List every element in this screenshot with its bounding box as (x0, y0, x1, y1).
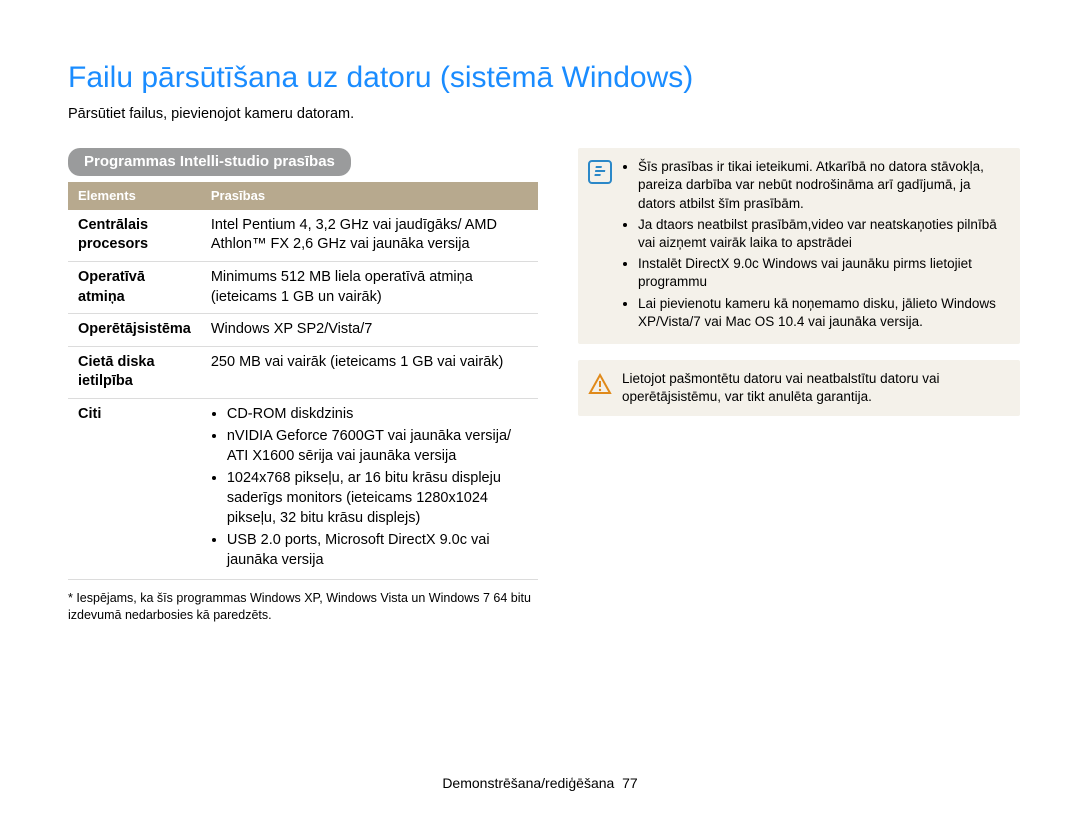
row-cpu-label: Centrālais procesors (68, 210, 201, 262)
row-other-value: CD-ROM diskdzinis nVIDIA Geforce 7600GT … (201, 398, 538, 580)
row-ram-value: Minimums 512 MB liela operatīvā atmiņa (… (201, 261, 538, 313)
note-icon (588, 160, 612, 184)
info-note-box: Šīs prasības ir tikai ieteikumi. Atkarīb… (578, 148, 1020, 344)
list-item: 1024x768 pikseļu, ar 16 bitu krāsu displ… (227, 469, 528, 528)
footer-section: Demonstrēšana/rediģēšana (442, 775, 614, 791)
row-os-label: Operētājsistēma (68, 314, 201, 347)
row-ram-label: Operatīvā atmiņa (68, 261, 201, 313)
page-footer: Demonstrēšana/rediģēšana 77 (0, 774, 1080, 793)
footer-page-number: 77 (622, 775, 638, 791)
row-disk-label: Cietā diska ietilpība (68, 346, 201, 398)
list-item: Instalēt DirectX 9.0c Windows vai jaunāk… (638, 255, 1008, 291)
list-item: Ja dtaors neatbilst prasībām,video var n… (638, 216, 1008, 252)
section-heading: Programmas Intelli-studio prasības (68, 148, 351, 176)
intro-text: Pārsūtiet failus, pievienojot kameru dat… (68, 105, 1020, 125)
warning-icon (588, 372, 612, 396)
row-other-label: Citi (68, 398, 201, 580)
th-requirements: Prasības (201, 182, 538, 210)
list-item: USB 2.0 ports, Microsoft DirectX 9.0c va… (227, 531, 528, 570)
page-title: Failu pārsūtīšana uz datoru (sistēmā Win… (68, 58, 1020, 99)
row-os-value: Windows XP SP2/Vista/7 (201, 314, 538, 347)
warning-note-box: Lietojot pašmontētu datoru vai neatbalst… (578, 360, 1020, 416)
row-disk-value: 250 MB vai vairāk (ieteicams 1 GB vai va… (201, 346, 538, 398)
requirements-table: Elements Prasības Centrālais procesors I… (68, 182, 538, 580)
list-item: CD-ROM diskdzinis (227, 405, 528, 425)
footnote: * Iespējams, ka šīs programmas Windows X… (68, 590, 538, 623)
warning-text: Lietojot pašmontētu datoru vai neatbalst… (622, 370, 1008, 406)
row-cpu-value: Intel Pentium 4, 3,2 GHz vai jaudīgāks/ … (201, 210, 538, 262)
list-item: Šīs prasības ir tikai ieteikumi. Atkarīb… (638, 158, 1008, 213)
list-item: Lai pievienotu kameru kā noņemamo disku,… (638, 295, 1008, 331)
list-item: nVIDIA Geforce 7600GT vai jaunāka versij… (227, 427, 528, 466)
th-elements: Elements (68, 182, 201, 210)
